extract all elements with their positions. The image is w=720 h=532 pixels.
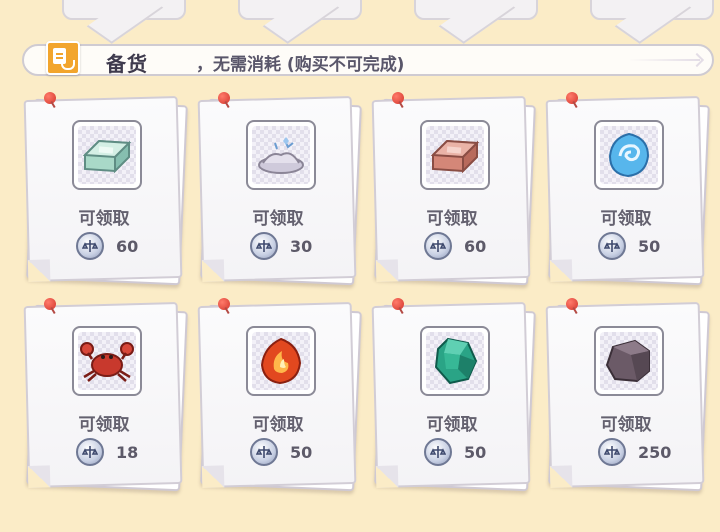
pin-icon xyxy=(44,92,56,104)
price: 18 xyxy=(76,438,138,466)
price-value: 50 xyxy=(290,442,313,462)
price: 50 xyxy=(598,232,660,260)
pin-icon xyxy=(566,298,578,310)
claimable-status: 可领取 xyxy=(78,415,130,435)
coin-icon xyxy=(76,232,104,260)
item-slot[interactable] xyxy=(246,120,316,190)
rock-icon xyxy=(605,339,650,383)
coin-icon xyxy=(250,232,278,260)
claimable-status: 可领取 xyxy=(252,209,304,229)
coin-icon xyxy=(598,438,626,466)
section-header: 备货 ，无需消耗 (购买不可完成) xyxy=(22,41,714,76)
pin-icon xyxy=(44,298,56,310)
price-value: 50 xyxy=(464,442,487,462)
item-card-copper-ingot[interactable]: 可领取 60 xyxy=(371,92,536,286)
claimable-status: 可领取 xyxy=(426,209,478,229)
coin-icon xyxy=(424,232,452,260)
item-slot[interactable] xyxy=(72,120,142,190)
claimable-status: 可领取 xyxy=(600,415,652,435)
top-card-peek-2 xyxy=(238,0,362,20)
item-card-dark-rock[interactable]: 可领取 250 xyxy=(545,298,710,492)
claimable-status: 可领取 xyxy=(426,415,478,435)
pin-icon xyxy=(218,92,230,104)
pin-icon xyxy=(392,92,404,104)
item-slot[interactable] xyxy=(420,326,490,396)
blue-gem-icon xyxy=(608,132,650,178)
item-card-blue-swirl-gem[interactable]: 可领取 50 xyxy=(545,92,710,286)
price: 60 xyxy=(76,232,138,260)
coin-icon xyxy=(250,438,278,466)
price-value: 60 xyxy=(464,236,487,256)
price: 50 xyxy=(250,438,312,466)
item-slot[interactable] xyxy=(594,120,664,190)
item-slot[interactable] xyxy=(420,120,490,190)
green-crystal-icon xyxy=(434,337,478,385)
price-value: 250 xyxy=(638,442,672,462)
price: 60 xyxy=(424,232,486,260)
section-description: ，无需消耗 (购买不可完成) xyxy=(196,55,405,75)
item-card-ore-pile[interactable]: 可领取 30 xyxy=(197,92,362,286)
price-value: 30 xyxy=(290,236,313,256)
price: 250 xyxy=(598,438,671,466)
coin-icon xyxy=(598,232,626,260)
price: 30 xyxy=(250,232,312,260)
item-slot[interactable] xyxy=(594,326,664,396)
crab-icon xyxy=(80,342,134,382)
item-card-fire-gem[interactable]: 可领取 50 xyxy=(197,298,362,492)
item-card-red-crab[interactable]: 可领取 18 xyxy=(23,298,188,492)
silver-ingot-icon xyxy=(82,139,132,174)
stocking-icon xyxy=(46,41,80,75)
item-slot[interactable] xyxy=(72,326,142,396)
pin-icon xyxy=(566,92,578,104)
coin-icon xyxy=(76,438,104,466)
item-card-silver-ingot[interactable]: 可领取 60 xyxy=(23,92,188,286)
price: 50 xyxy=(424,438,486,466)
item-slot[interactable] xyxy=(246,326,316,396)
claimable-status: 可领取 xyxy=(78,209,130,229)
price-value: 60 xyxy=(116,236,139,256)
ore-pile-icon xyxy=(258,137,304,174)
top-card-peek-1 xyxy=(62,0,186,20)
coin-icon xyxy=(424,438,452,466)
pin-icon xyxy=(392,298,404,310)
price-value: 18 xyxy=(116,442,139,462)
arrow-right-icon xyxy=(628,59,700,61)
item-card-green-crystal[interactable]: 可领取 50 xyxy=(371,298,536,492)
top-card-peek-4 xyxy=(590,0,714,20)
claimable-status: 可领取 xyxy=(600,209,652,229)
price-value: 50 xyxy=(638,236,661,256)
claimable-status: 可领取 xyxy=(252,415,304,435)
top-card-peek-3 xyxy=(414,0,538,20)
pin-icon xyxy=(218,298,230,310)
section-title: 备货 xyxy=(106,52,148,76)
copper-ingot-icon xyxy=(430,139,480,174)
fire-gem-icon xyxy=(260,337,302,385)
